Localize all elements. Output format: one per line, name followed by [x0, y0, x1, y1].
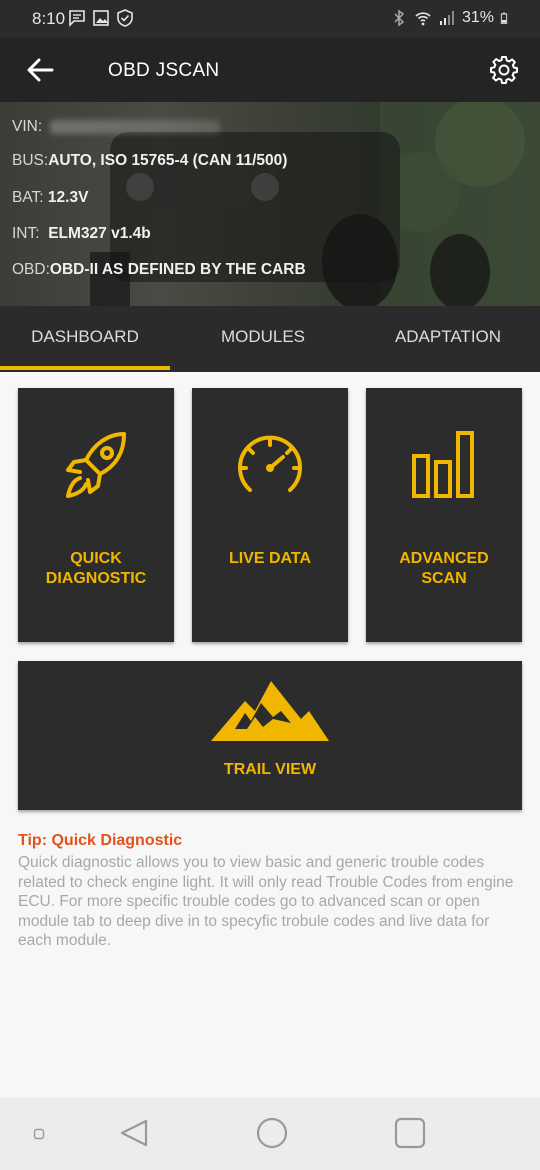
interface-row: INT: ELM327 v1.4b	[12, 225, 151, 242]
tab-modules[interactable]: MODULES	[178, 306, 348, 372]
quick-diagnostic-tile[interactable]: QUICK DIAGNOSTIC	[18, 388, 174, 642]
back-triangle-icon[interactable]	[118, 1117, 150, 1149]
back-arrow-icon[interactable]	[22, 52, 58, 88]
status-time: 8:10	[32, 9, 66, 28]
recents-square-icon[interactable]	[394, 1117, 426, 1149]
system-nav-bar	[0, 1098, 540, 1170]
menu-dot-icon[interactable]	[33, 1128, 45, 1140]
vin-redacted	[50, 119, 221, 134]
tip-body: Quick diagnostic allows you to view basi…	[18, 854, 514, 950]
mountain-icon	[211, 681, 329, 741]
image-icon	[93, 10, 109, 26]
advanced-scan-tile[interactable]: ADVANCED SCAN	[366, 388, 522, 642]
speedometer-icon	[238, 435, 302, 492]
bluetooth-icon	[394, 9, 405, 27]
vehicle-info-panel: VIN: BUS:AUTO, ISO 15765-4 (CAN 11/500) …	[0, 102, 540, 306]
wifi-icon	[415, 12, 431, 26]
quick-diagnostic-label: QUICK DIAGNOSTIC	[45, 550, 147, 587]
trail-view-label: TRAIL VIEW	[223, 761, 317, 778]
status-bar: 8:10 31%	[0, 0, 540, 38]
bar-chart-icon	[412, 431, 474, 498]
bus-row: BUS:AUTO, ISO 15765-4 (CAN 11/500)	[12, 152, 288, 169]
tab-bar: DASHBOARD MODULES ADAPTATION	[0, 306, 540, 372]
shield-check-icon	[117, 9, 133, 27]
battery-percent: 31%	[461, 9, 494, 26]
message-icon	[69, 10, 85, 27]
obd-row: OBD:OBD-II AS DEFINED BY THE CARB	[12, 261, 306, 278]
advanced-scan-label: ADVANCED SCAN	[399, 550, 489, 587]
tip-title: Tip: Quick Diagnostic	[18, 832, 183, 849]
tab-dashboard[interactable]: DASHBOARD	[0, 306, 170, 372]
home-circle-icon[interactable]	[256, 1117, 288, 1149]
battery-icon	[500, 12, 508, 24]
battery-voltage-row: BAT: 12.3V	[12, 189, 89, 206]
tab-adaptation[interactable]: ADAPTATION	[362, 306, 534, 372]
live-data-tile[interactable]: LIVE DATA	[192, 388, 348, 642]
signal-icon	[439, 11, 454, 25]
app-bar: OBD JSCAN	[0, 38, 540, 102]
gear-icon[interactable]	[488, 54, 520, 86]
rocket-icon	[66, 432, 126, 498]
trail-view-tile[interactable]: TRAIL VIEW	[18, 661, 522, 810]
live-data-label: LIVE DATA	[228, 550, 312, 567]
page-title: OBD JSCAN	[108, 60, 220, 81]
vin-row: VIN:	[12, 118, 221, 136]
